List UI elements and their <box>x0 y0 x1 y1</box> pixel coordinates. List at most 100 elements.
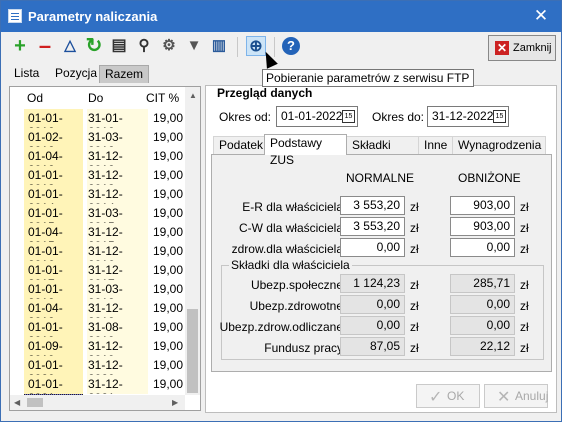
cell-cit: 19,00 <box>153 225 184 239</box>
normal-value-field[interactable]: 0,00 <box>340 238 405 257</box>
column-header-od[interactable]: Od <box>27 91 43 105</box>
cell-od: 01-01-2015 <box>24 204 83 234</box>
unit-label: zł <box>410 221 419 235</box>
cancel-button[interactable]: ✕ Anuluj <box>484 384 548 408</box>
reduced-value-field[interactable]: 903,00 <box>450 196 515 215</box>
scroll-thumb[interactable] <box>187 309 198 393</box>
cell-cit: 19,00 <box>153 111 184 125</box>
reduced-value-field[interactable]: 0,00 <box>450 238 515 257</box>
calendar-icon[interactable]: 15 <box>342 110 355 123</box>
cell-od: 01-01-2014 <box>24 185 83 215</box>
cell-do: 31-01-2012 <box>87 109 148 139</box>
cell-do: 31-03-2018 <box>87 280 148 310</box>
table-row[interactable]: 01-04-201531-12-2015 19,00 <box>10 223 185 253</box>
column-header-cit[interactable]: CIT % <box>146 91 179 105</box>
table-row[interactable]: 01-01-201531-03-2015 19,00 <box>10 204 185 234</box>
cell-do: 31-12-2014 <box>87 185 148 215</box>
scroll-left-icon[interactable]: ◀ <box>14 398 20 407</box>
minus-icon[interactable]: – <box>35 35 55 57</box>
unit-label: zł <box>520 221 529 235</box>
help-icon[interactable]: ? <box>282 37 300 55</box>
tab-lista[interactable]: Lista <box>9 65 44 83</box>
toolbar-separator <box>237 37 238 57</box>
scroll-right-icon[interactable]: ▶ <box>172 398 178 407</box>
column-header-do[interactable]: Do <box>88 91 103 105</box>
vertical-scrollbar[interactable]: ▲ <box>185 87 200 395</box>
gear-icon[interactable]: ⚙ <box>159 36 179 56</box>
periods-grid: Od Do CIT % 01-01-201231-01-201219,0001-… <box>9 86 201 411</box>
table-row[interactable]: 01-01-201431-12-2014 19,00 <box>10 185 185 215</box>
cell-cit: 19,00 <box>153 187 184 201</box>
cell-do: 31-08-2019 <box>87 318 148 348</box>
overview-title: Przegląd danych <box>216 86 314 100</box>
cell-cit: 19,00 <box>153 377 184 391</box>
contrib-reduced-value: 285,71 <box>450 274 515 293</box>
tab-pozycja[interactable]: Pozycja <box>50 65 102 83</box>
unit-label: zł <box>520 278 529 292</box>
filter-icon[interactable]: ▼ <box>184 36 204 56</box>
tab-podstawy-zus[interactable]: Podstawy ZUS <box>264 134 347 167</box>
table-row[interactable]: 01-01-201931-08-2019 19,00 <box>10 318 185 348</box>
toolbar-separator <box>274 37 275 57</box>
reduced-value-field[interactable]: 903,00 <box>450 217 515 236</box>
cell-od: 01-04-2012 <box>24 147 83 177</box>
table-row[interactable]: 01-01-202031-12-2020 19,00 <box>10 356 185 386</box>
tab-skladki-zus[interactable]: Składki ZUS <box>346 136 419 169</box>
triangle-icon[interactable]: △ <box>60 36 80 56</box>
tab-razem[interactable]: Razem <box>99 65 150 83</box>
contrib-label: Ubezp.zdrow.odliczane <box>219 320 343 334</box>
tab-inne[interactable]: Inne <box>418 136 453 155</box>
columns-icon[interactable]: ▥ <box>209 36 229 56</box>
table-row[interactable]: 01-09-201931-12-2019 19,00 <box>10 337 185 367</box>
print-icon[interactable]: ▤ <box>109 36 129 56</box>
cell-od: 01-01-2012 <box>24 109 83 139</box>
scroll-up-icon[interactable]: ▲ <box>189 91 197 100</box>
refresh-icon[interactable]: ↻ <box>84 36 104 56</box>
unit-label: zł <box>520 299 529 313</box>
period-to-input[interactable]: 31-12-2022 15 <box>427 106 509 127</box>
normal-value-field[interactable]: 3 553,20 <box>340 196 405 215</box>
table-row[interactable]: 01-04-201231-12-2012 19,00 <box>10 147 185 177</box>
period-from-label: Okres od: <box>219 110 272 124</box>
plus-icon[interactable]: + <box>10 36 30 56</box>
horizontal-scrollbar[interactable]: ◀ ▶ <box>10 395 185 410</box>
table-row[interactable]: 01-01-201631-12-2016 19,00 <box>10 242 185 272</box>
contrib-reduced-value: 0,00 <box>450 316 515 335</box>
table-row[interactable]: 01-02-201231-03-2012 19,00 <box>10 128 185 158</box>
table-row[interactable]: 01-01-201831-03-2018 19,00 <box>10 280 185 310</box>
title-bar[interactable]: Parametry naliczania ✕ <box>1 1 561 32</box>
table-row[interactable]: 01-04-201831-12-2018 19,00 <box>10 299 185 329</box>
contrib-normal-value: 0,00 <box>340 316 405 335</box>
cell-do: 31-03-2012 <box>87 128 148 158</box>
tab-podatek[interactable]: Podatek <box>213 136 265 155</box>
table-row[interactable]: 01-01-201331-12-2013 19,00 <box>10 166 185 196</box>
calendar-icon[interactable]: 15 <box>493 110 506 123</box>
column-normal-header: NORMALNE <box>346 171 415 185</box>
cell-od: 01-04-2018 <box>24 299 83 329</box>
cell-do: 31-12-2012 <box>87 147 148 177</box>
search-icon[interactable]: ⚲ <box>134 36 154 56</box>
row-label: C-W dla właściciela <box>238 221 343 235</box>
table-row[interactable]: 01-01-202131-12-2021 19,00 <box>10 375 185 405</box>
table-row[interactable]: 01-01-201731-12-2017 19,00 <box>10 261 185 291</box>
contrib-normal-value: 1 124,23 <box>340 274 405 293</box>
cell-cit: 19,00 <box>153 301 184 315</box>
cell-cit: 19,00 <box>153 339 184 353</box>
cell-do: 31-12-2021 <box>87 375 148 405</box>
close-button[interactable]: ✕ Zamknij <box>488 35 556 61</box>
normal-value-field[interactable]: 3 553,20 <box>340 217 405 236</box>
unit-label: zł <box>520 242 529 256</box>
app-icon <box>8 9 22 23</box>
ok-button[interactable]: ✓ OK <box>416 384 480 408</box>
tab-wynagrodzenia[interactable]: Wynagrodzenia <box>452 136 546 155</box>
window-close-icon[interactable]: ✕ <box>521 1 561 32</box>
cell-do: 31-12-2013 <box>87 166 148 196</box>
scroll-thumb-h[interactable] <box>27 398 43 407</box>
window-title: Parametry naliczania <box>28 9 158 24</box>
cell-od: 01-01-2020 <box>24 356 83 386</box>
table-row[interactable]: 01-01-201231-01-2012 19,00 <box>10 109 185 139</box>
period-from-input[interactable]: 01-01-2022 15 <box>276 106 358 127</box>
cell-od: 01-01-2017 <box>24 261 83 291</box>
tooltip: Pobieranie parametrów z serwisu FTP <box>262 69 474 87</box>
period-to-value: 31-12-2022 <box>432 109 494 123</box>
